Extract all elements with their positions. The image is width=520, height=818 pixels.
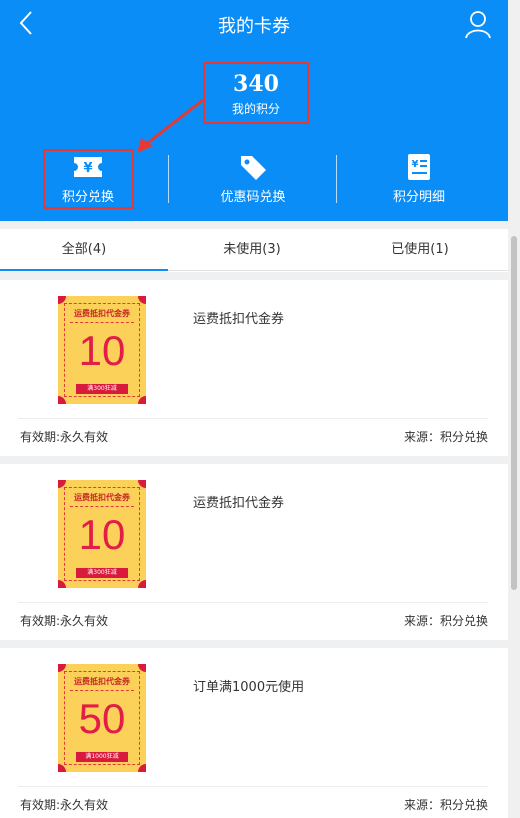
coupon-condition: 满300狂减	[76, 384, 128, 394]
coupon-amount: 10	[78, 327, 126, 374]
coupon-tabs: 全部(4) 未使用(3) 已使用(1)	[0, 229, 508, 271]
coupon-source: 来源：积分兑换	[403, 798, 488, 812]
user-icon[interactable]	[462, 8, 494, 40]
coupon-title: 运费抵扣代金券	[74, 493, 130, 502]
coupon-source: 来源：积分兑换	[403, 430, 488, 444]
points-value: 340	[233, 71, 279, 97]
points-summary: 340 我的积分	[203, 62, 309, 124]
coupon-image: 运费抵扣代金券 10 满300狂减	[58, 480, 146, 588]
promo-code-exchange-button[interactable]: 优惠码兑换	[193, 150, 313, 208]
section-gap	[0, 456, 508, 464]
tab-used[interactable]: 已使用(1)	[336, 229, 504, 271]
coupon-name: 订单满1000元使用	[193, 680, 305, 695]
section-gap	[0, 640, 508, 648]
scrollbar[interactable]	[508, 0, 520, 818]
coupon-name: 运费抵扣代金券	[193, 496, 285, 511]
svg-text:¥: ¥	[412, 159, 419, 170]
coupon-image: 运费抵扣代金券 50 满1000狂减	[58, 664, 146, 772]
coupon-source: 来源：积分兑换	[403, 614, 488, 628]
tab-unused[interactable]: 未使用(3)	[168, 229, 336, 271]
coupon-image: 运费抵扣代金券 10 满300狂减	[58, 296, 146, 404]
coupon-card[interactable]: 运费抵扣代金券 50 满1000狂减 订单满1000元使用 有效期:永久有效 来…	[0, 648, 508, 818]
scrollbar-thumb[interactable]	[511, 236, 517, 590]
coupon-amount: 10	[78, 511, 126, 558]
coupon-amount: 50	[78, 695, 126, 742]
divider	[18, 418, 488, 419]
divider	[18, 602, 488, 603]
coupon-title: 运费抵扣代金券	[74, 677, 130, 686]
coupon-card[interactable]: 运费抵扣代金券 10 满300狂减 运费抵扣代金券 有效期:永久有效 来源：积分…	[0, 280, 508, 456]
coupon-condition: 满300狂减	[76, 568, 128, 578]
coupon-title: 运费抵扣代金券	[74, 309, 130, 318]
points-detail-button[interactable]: ¥ 积分明细	[359, 150, 479, 208]
coupon-card[interactable]: 运费抵扣代金券 10 满300狂减 运费抵扣代金券 有效期:永久有效 来源：积分…	[0, 464, 508, 640]
coupon-condition: 满1000狂减	[76, 752, 128, 762]
highlight-box	[43, 149, 134, 209]
promo-code-exchange-label: 优惠码兑换	[220, 190, 286, 205]
section-gap	[0, 221, 508, 229]
divider	[168, 155, 169, 203]
page-title: 我的卡券	[218, 16, 290, 37]
tag-icon	[241, 156, 266, 180]
divider	[336, 155, 337, 203]
points-label: 我的积分	[231, 102, 280, 116]
yen-list-icon: ¥	[408, 154, 430, 180]
coupon-validity: 有效期:永久有效	[20, 614, 109, 628]
tab-all[interactable]: 全部(4)	[0, 229, 168, 271]
points-detail-label: 积分明细	[392, 190, 445, 205]
section-gap	[0, 272, 508, 280]
coupon-validity: 有效期:永久有效	[20, 798, 109, 812]
coupon-name: 运费抵扣代金券	[193, 312, 285, 327]
coupon-validity: 有效期:永久有效	[20, 430, 109, 444]
divider	[18, 786, 488, 787]
